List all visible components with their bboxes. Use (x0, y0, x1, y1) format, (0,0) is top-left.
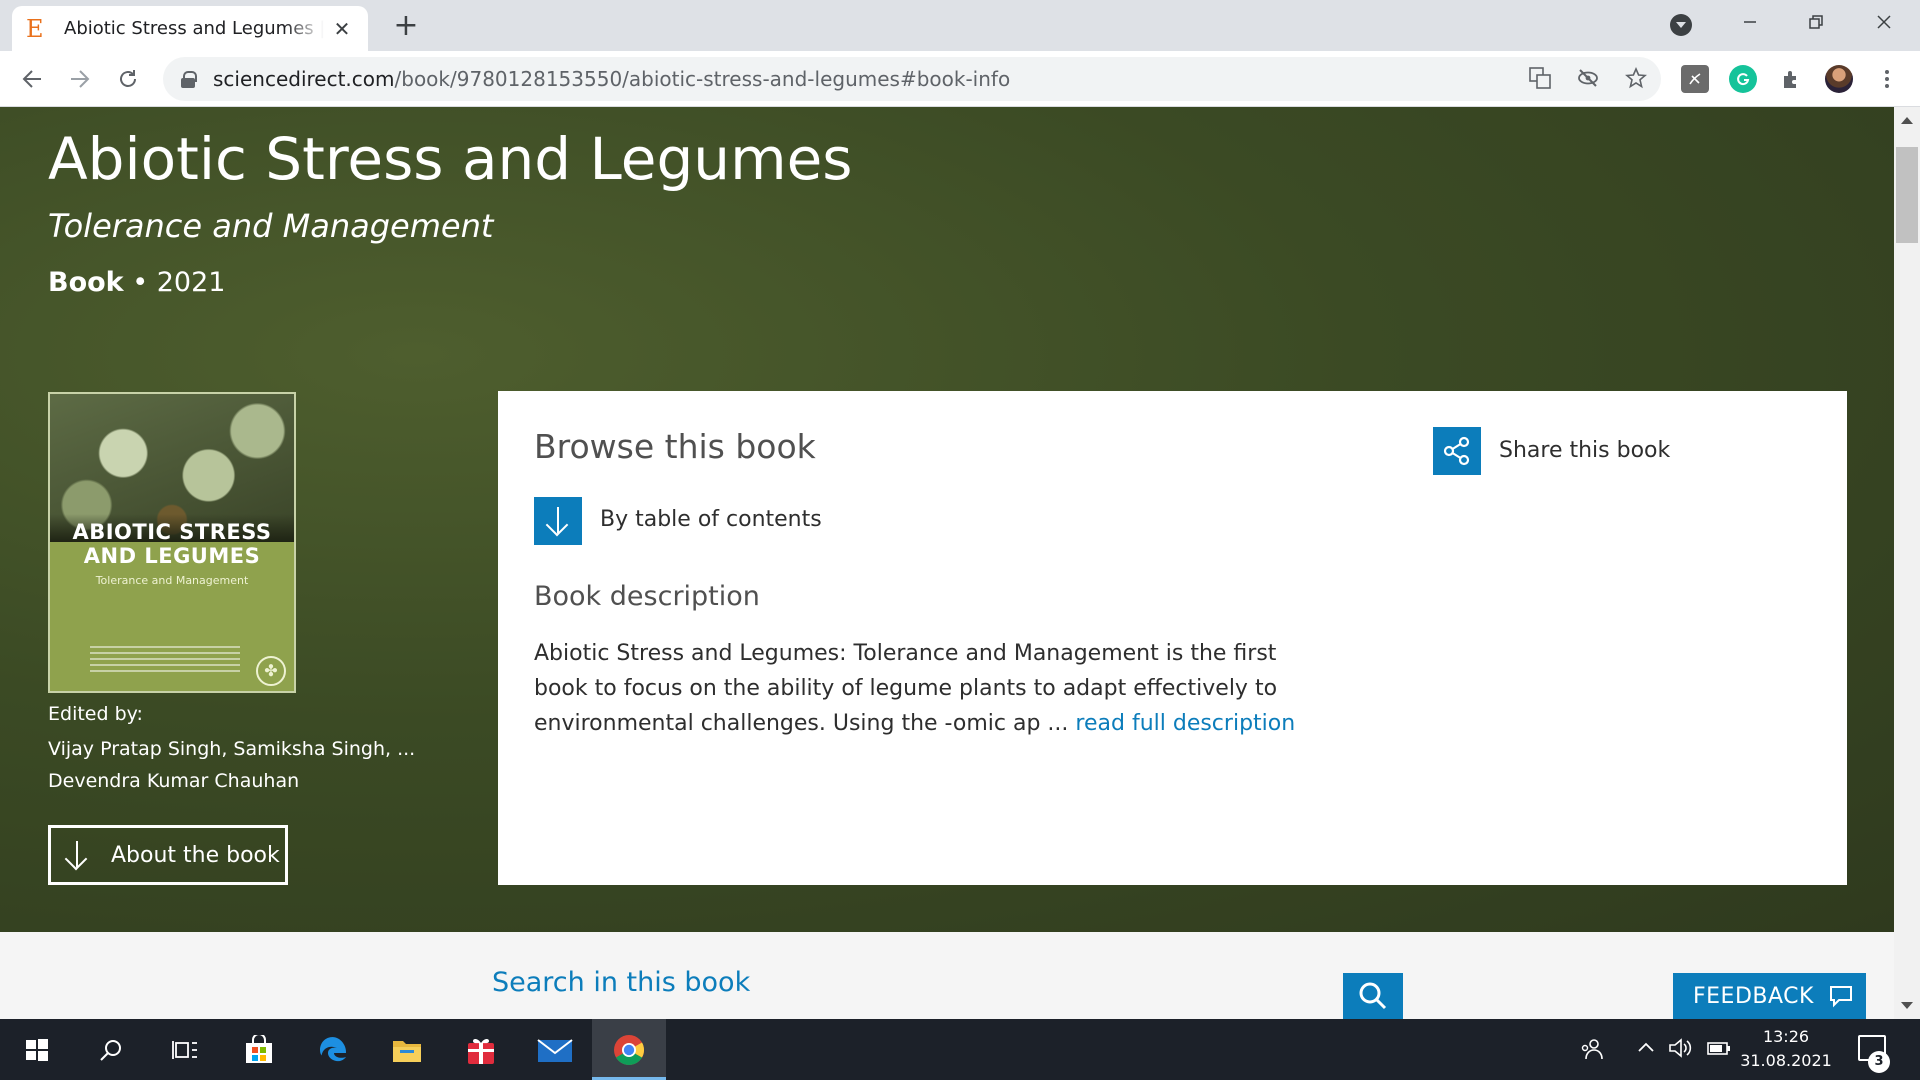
system-clock[interactable]: 13:26 31.08.2021 (1736, 1025, 1836, 1073)
windows-start-icon[interactable] (0, 1019, 74, 1080)
bookmark-star-icon[interactable] (1623, 66, 1649, 93)
scroll-up-icon[interactable] (1901, 117, 1913, 124)
book-hero: Abiotic Stress and Legumes Tolerance and… (0, 107, 1894, 932)
arrow-down-icon (546, 507, 570, 535)
volume-icon[interactable] (1668, 1037, 1694, 1064)
tab-close-icon[interactable]: ✕ (330, 17, 354, 41)
search-in-book-label: Search in this book (492, 967, 751, 998)
windows-taskbar: 13:26 31.08.2021 3 (0, 1019, 1920, 1080)
forward-icon[interactable] (62, 61, 98, 97)
tab-title: Abiotic Stress and Legumes | ScienceDire… (64, 18, 324, 39)
browse-panel: Browse this book By table of contents Bo… (498, 391, 1847, 885)
browse-title: Browse this book (534, 427, 816, 466)
new-tab-icon[interactable]: + (390, 8, 422, 44)
task-view-icon[interactable] (148, 1019, 222, 1080)
arrow-down-icon (65, 841, 89, 869)
cover-title: ABIOTIC STRESS AND LEGUMES (72, 520, 272, 568)
editor-names[interactable]: Vijay Pratap Singh, Samiksha Singh, ... … (48, 733, 488, 797)
page-scrollbar[interactable] (1894, 107, 1920, 1019)
browser-toolbar: sciencedirect.com/book/9780128153550/abi… (0, 51, 1920, 107)
cover-editor-lines (90, 646, 240, 672)
book-description-title: Book description (534, 581, 760, 612)
extensions-puzzle-icon[interactable] (1777, 65, 1805, 93)
search-section (0, 932, 1894, 1019)
battery-icon[interactable] (1706, 1037, 1732, 1064)
lock-icon[interactable] (181, 71, 197, 88)
chevron-up-icon[interactable] (1636, 1037, 1656, 1062)
book-description-text: Abiotic Stress and Legumes: Tolerance an… (534, 641, 1296, 736)
chrome-taskbar-icon[interactable] (592, 1019, 666, 1080)
notification-count-badge: 3 (1868, 1051, 1890, 1073)
clock-date: 31.08.2021 (1740, 1051, 1832, 1070)
elsevier-favicon-icon: E (26, 14, 44, 43)
search-icon (1359, 982, 1387, 1010)
share-icon (1443, 436, 1470, 466)
browser-tab[interactable]: E Abiotic Stress and Legumes | ScienceDi… (12, 6, 368, 51)
scroll-down-icon[interactable] (1901, 1002, 1913, 1009)
search-button[interactable] (1343, 973, 1403, 1019)
table-of-contents-link[interactable]: By table of contents (600, 507, 822, 532)
people-icon[interactable] (1580, 1037, 1604, 1066)
edge-browser-icon[interactable] (296, 1019, 370, 1080)
search-icon[interactable] (74, 1019, 148, 1080)
microsoft-store-icon[interactable] (222, 1019, 296, 1080)
table-of-contents-button[interactable] (534, 497, 582, 545)
about-the-book-label: About the book (111, 842, 280, 868)
translate-icon[interactable] (1527, 67, 1553, 93)
mail-icon[interactable] (518, 1019, 592, 1080)
address-bar[interactable]: sciencedirect.com/book/9780128153550/abi… (163, 57, 1661, 101)
restore-icon[interactable] (1786, 0, 1846, 44)
feedback-label: FEEDBACK (1693, 983, 1814, 1009)
book-cover-image: ABIOTIC STRESS AND LEGUMES Tolerance and … (48, 392, 296, 693)
close-window-icon[interactable] (1854, 0, 1914, 44)
tab-search-dropdown-icon[interactable] (1670, 14, 1692, 36)
pdf-extension-icon[interactable] (1681, 65, 1709, 93)
cover-subtitle: Tolerance and Management (95, 574, 249, 587)
clock-time: 13:26 (1762, 1027, 1810, 1046)
share-label[interactable]: Share this book (1499, 438, 1670, 463)
minimize-icon[interactable] (1720, 0, 1780, 44)
url-text: sciencedirect.com/book/9780128153550/abi… (213, 67, 1011, 91)
page-viewport: Abiotic Stress and Legumes Tolerance and… (0, 107, 1894, 1019)
file-explorer-icon[interactable] (370, 1019, 444, 1080)
about-the-book-button[interactable]: About the book (48, 825, 288, 885)
feedback-button[interactable]: FEEDBACK (1673, 973, 1866, 1019)
browser-tab-bar: E Abiotic Stress and Legumes | ScienceDi… (0, 0, 1920, 51)
share-button[interactable] (1433, 427, 1481, 475)
eye-hidden-icon[interactable] (1575, 67, 1601, 93)
profile-avatar[interactable] (1825, 65, 1853, 93)
book-meta: Book • 2021 (48, 267, 226, 298)
book-subtitle: Tolerance and Management (48, 207, 494, 245)
speech-bubble-icon (1829, 986, 1852, 1008)
gift-app-icon[interactable] (444, 1019, 518, 1080)
book-title: Abiotic Stress and Legumes (48, 125, 853, 193)
reload-icon[interactable] (110, 61, 146, 97)
read-full-description-link[interactable]: read full description (1075, 711, 1295, 736)
chrome-menu-icon[interactable] (1873, 65, 1901, 93)
back-icon[interactable] (14, 61, 50, 97)
elsevier-logo-icon: ✤ (256, 656, 286, 686)
scroll-thumb[interactable] (1896, 147, 1918, 243)
grammarly-icon[interactable] (1729, 65, 1757, 93)
edited-by-label: Edited by: (48, 703, 143, 725)
